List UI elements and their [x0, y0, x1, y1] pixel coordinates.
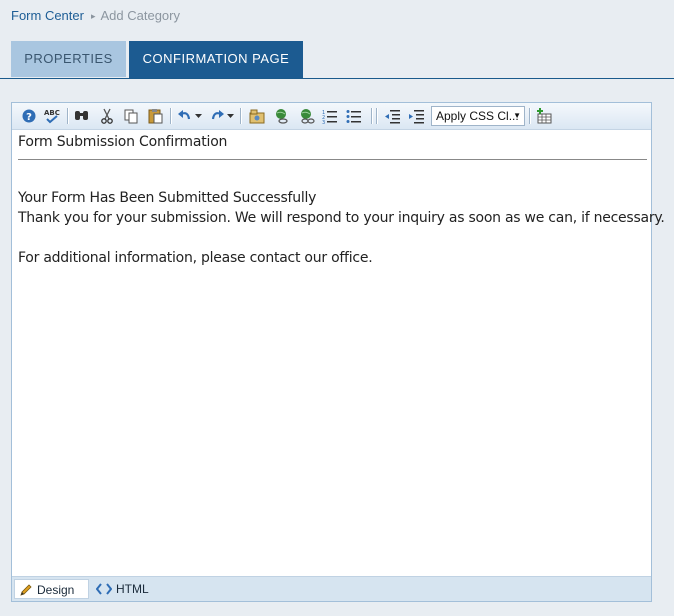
breadcrumb: Form Center ▸ Add Category	[11, 8, 180, 23]
apply-css-class-select[interactable]: Apply CSS Cl... ▼	[431, 106, 525, 126]
undo-dropdown-icon[interactable]	[193, 107, 203, 125]
paste-icon[interactable]	[146, 107, 164, 125]
indent-icon[interactable]	[408, 107, 426, 125]
code-icon	[95, 583, 113, 595]
find-icon[interactable]	[73, 107, 91, 125]
design-mode-label: Design	[37, 583, 75, 597]
svg-text:ABC: ABC	[44, 109, 60, 117]
breadcrumb-separator-icon: ▸	[90, 11, 96, 21]
editor-toolbar: ? ABC 1 2 3 Apply CSS Cl... ▼	[12, 103, 651, 130]
tab-confirmation-page[interactable]: CONFIRMATION PAGE	[129, 41, 303, 78]
design-mode-button[interactable]: Design	[14, 579, 89, 599]
rich-text-editor: ? ABC 1 2 3 Apply CSS Cl... ▼ Form Submi…	[11, 102, 665, 602]
copy-icon[interactable]	[122, 107, 140, 125]
breadcrumb-current: Add Category	[100, 8, 181, 23]
redo-dropdown-icon[interactable]	[225, 107, 235, 125]
html-mode-button[interactable]: HTML	[94, 579, 156, 599]
help-icon[interactable]: ?	[20, 107, 38, 125]
thank-you-message: Thank you for your submission. We will r…	[18, 210, 665, 226]
numbered-list-icon[interactable]: 123	[321, 107, 339, 125]
insert-table-icon[interactable]	[535, 107, 553, 125]
spellcheck-icon[interactable]: ABC	[43, 107, 61, 125]
outdent-icon[interactable]	[384, 107, 402, 125]
bulleted-list-icon[interactable]	[345, 107, 363, 125]
image-manager-icon[interactable]	[248, 107, 266, 125]
success-message: Your Form Has Been Submitted Successfull…	[18, 190, 317, 206]
tab-bar: PROPERTIES CONFIRMATION PAGE	[0, 41, 674, 79]
css-select-value: Apply CSS Cl...	[436, 109, 519, 123]
chevron-down-icon: ▼	[513, 111, 521, 120]
cut-icon[interactable]	[98, 107, 116, 125]
confirmation-heading: Form Submission Confirmation	[18, 134, 228, 150]
undo-icon[interactable]	[176, 107, 194, 125]
remove-link-icon[interactable]	[298, 107, 316, 125]
svg-text:3: 3	[322, 120, 325, 124]
hyperlink-icon[interactable]	[273, 107, 291, 125]
redo-icon[interactable]	[208, 107, 226, 125]
breadcrumb-root-link[interactable]: Form Center	[11, 8, 84, 23]
horizontal-rule	[18, 159, 647, 160]
contact-message: For additional information, please conta…	[18, 250, 373, 266]
svg-text:?: ?	[26, 112, 32, 123]
pencil-icon	[20, 584, 32, 596]
tab-properties[interactable]: PROPERTIES	[11, 41, 126, 77]
html-mode-label: HTML	[116, 582, 149, 596]
editor-mode-bar: Design HTML	[12, 576, 651, 601]
